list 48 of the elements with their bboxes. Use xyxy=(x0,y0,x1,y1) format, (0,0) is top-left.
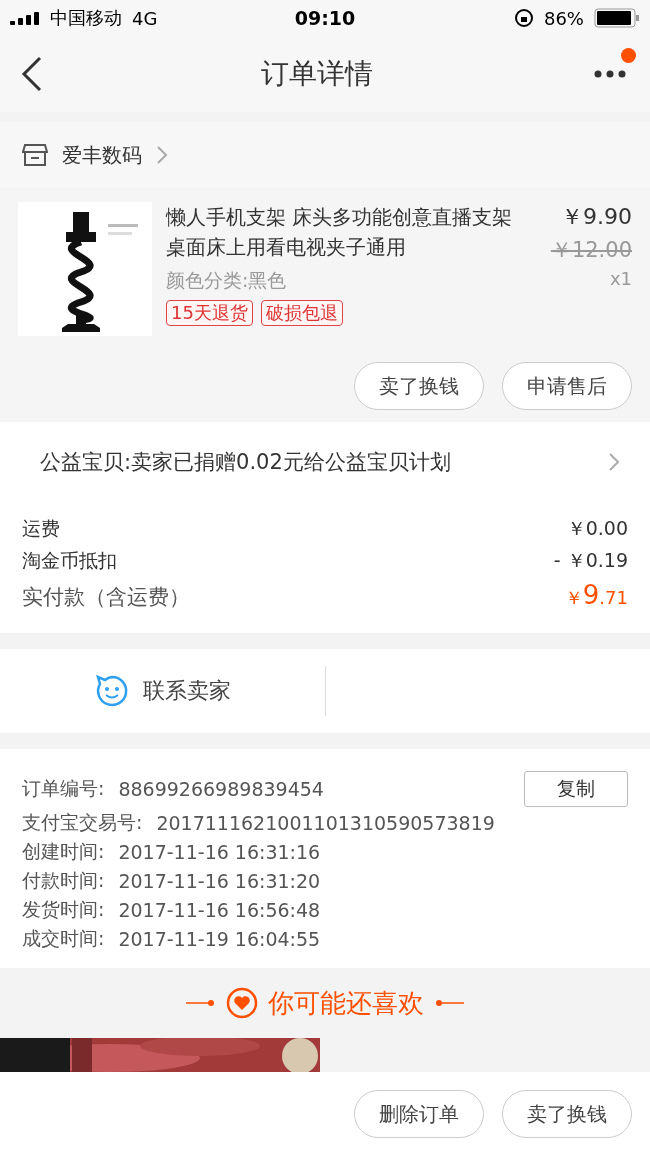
action-button[interactable]: 删除订单 xyxy=(354,1090,484,1138)
clock-time: 09:10 xyxy=(294,7,356,29)
fee-label: 运费 xyxy=(22,516,60,541)
product-title[interactable]: 懒人手机支架 床头多功能创意直播支架桌面床上用看电视夹子通用 xyxy=(166,202,528,262)
info-value: 2017-11-16 16:56:48 xyxy=(118,899,321,921)
quantity: x1 xyxy=(609,268,632,289)
network-type: 4G xyxy=(132,7,158,29)
total-amount: ￥9.71 xyxy=(564,580,628,610)
signal-icon xyxy=(10,11,40,25)
info-label: 发货时间: xyxy=(22,897,105,922)
info-label: 创建时间: xyxy=(22,839,105,864)
fee-value: ￥0.00 xyxy=(566,516,628,541)
info-label: 成交时间: xyxy=(22,926,105,951)
action-button[interactable]: 申请售后 xyxy=(502,362,632,410)
rotation-lock-icon xyxy=(513,8,534,28)
action-button[interactable]: 卖了换钱 xyxy=(354,362,484,410)
shop-name[interactable]: 爱丰数码 xyxy=(62,141,142,169)
service-tag: 15天退货 xyxy=(166,300,253,326)
product-price: ￥9.90 xyxy=(561,203,632,231)
original-price: ￥12.00 xyxy=(550,237,632,264)
product-spec: 颜色分类:黑色 xyxy=(166,268,288,293)
fee-label: 淘金币抵扣 xyxy=(22,548,117,573)
carrier-name: 中国移动 xyxy=(50,6,122,30)
divider-dot-line-icon xyxy=(434,999,464,1007)
total-label: 实付款（含运费） xyxy=(22,584,190,611)
info-value: 2017-11-16 16:31:20 xyxy=(118,870,321,892)
divider-dot-line-icon xyxy=(186,999,216,1007)
fee-value: - ￥0.19 xyxy=(553,548,628,573)
info-label: 付款时间: xyxy=(22,868,105,893)
more-icon[interactable] xyxy=(594,70,626,78)
back-icon[interactable] xyxy=(20,56,44,92)
service-tag: 破损包退 xyxy=(260,300,343,326)
chevron-right-icon xyxy=(608,452,620,472)
battery-percent: 86% xyxy=(543,7,584,29)
info-value: 88699266989839454 xyxy=(118,778,324,800)
shop-icon xyxy=(22,143,48,167)
recommend-title: 你可能还喜欢 xyxy=(268,986,424,1020)
info-value: 2017-11-19 16:04:55 xyxy=(118,928,321,950)
battery-icon xyxy=(594,8,640,28)
info-label: 支付宝交易号: xyxy=(22,810,143,835)
copy-button[interactable]: 复制 xyxy=(524,771,628,807)
info-label: 订单编号: xyxy=(22,776,105,801)
chat-face-icon xyxy=(94,674,129,708)
info-value: 2017111621001101310590573819 xyxy=(156,812,495,834)
chevron-right-icon xyxy=(156,145,168,165)
action-button[interactable]: 卖了换钱 xyxy=(502,1090,632,1138)
info-value: 2017-11-16 16:31:16 xyxy=(118,841,321,863)
page-title: 订单详情 xyxy=(261,56,373,92)
